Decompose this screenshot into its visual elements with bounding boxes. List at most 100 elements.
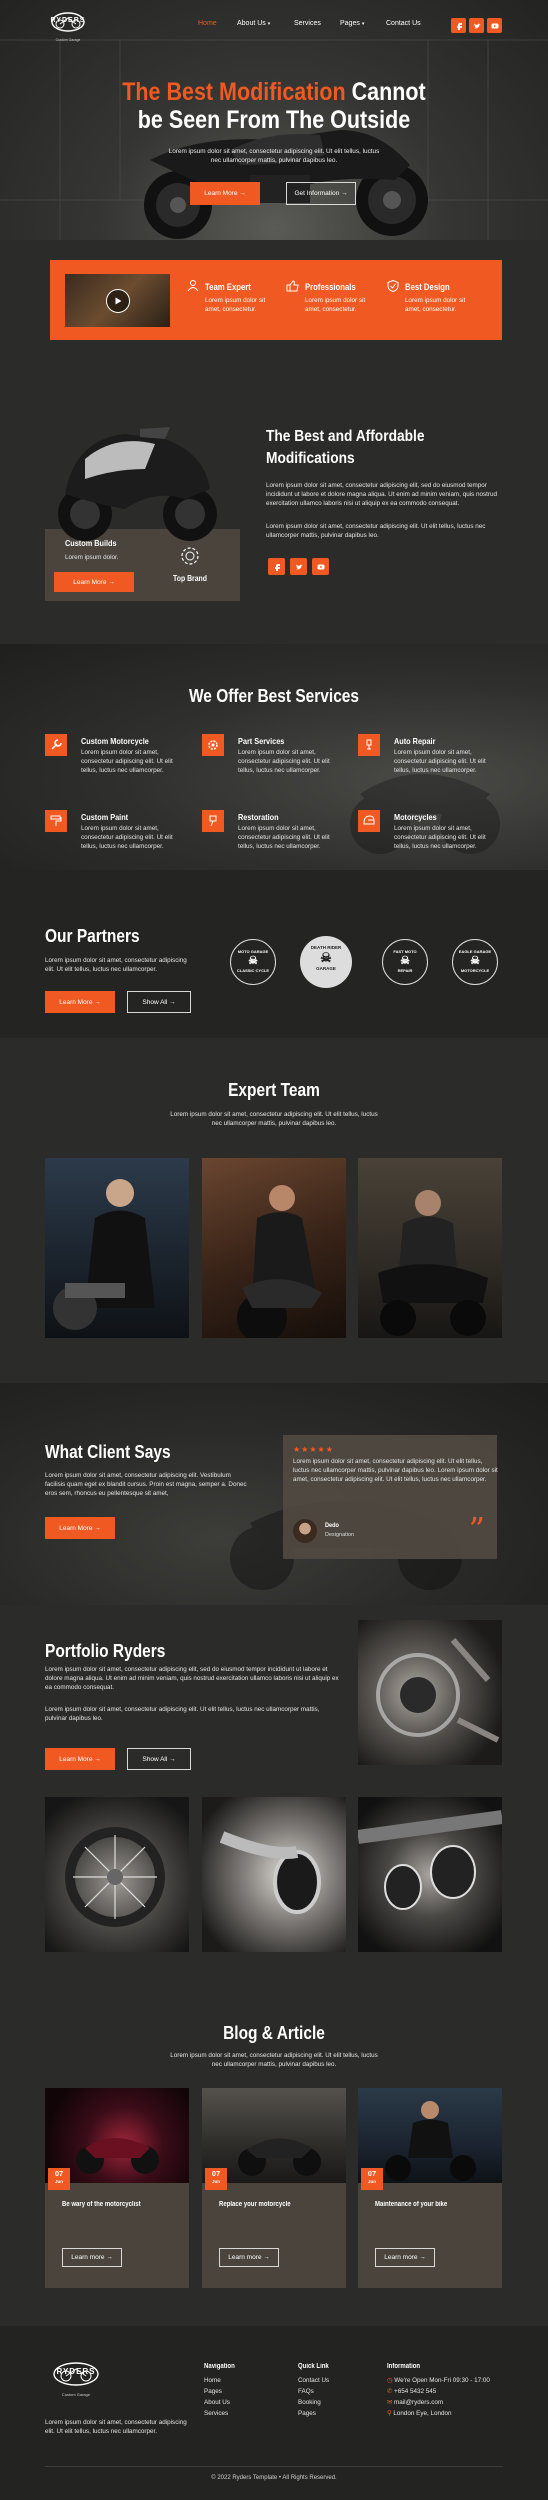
team-member-photo[interactable]	[202, 1158, 346, 1343]
footer-copyright: © 2022 Ryders Template • All Rights Rese…	[211, 2475, 337, 2481]
portfolio-image[interactable]	[202, 1797, 346, 1952]
footer-logo-tagline: Custom Garage	[61, 2392, 91, 2397]
arrow-right-icon: →	[94, 1524, 101, 1532]
hero-learn-label: Learn More	[204, 190, 238, 197]
footer-link-about[interactable]: About Us	[204, 2397, 240, 2408]
wrench-icon	[45, 734, 67, 756]
nav-about[interactable]: About Us ▾	[237, 20, 270, 27]
partner-logo-bottom: MOTORCYCLE	[460, 968, 490, 973]
blog-date-month: Jun	[367, 2179, 376, 2184]
service-text: Lorem ipsum dolor sit amet, consectetur a…	[394, 749, 486, 774]
nav-contact[interactable]: Contact Us	[386, 20, 421, 27]
rider-figure	[237, 1185, 322, 1343]
top-brand-label: Top Brand	[173, 574, 207, 583]
partner-logo[interactable]: DEATH RIDER ☠ GARAGE	[300, 936, 352, 988]
video-thumbnail[interactable]	[65, 274, 170, 327]
youtube-icon[interactable]	[312, 558, 329, 575]
blog-card[interactable]: 07 Jun Be wary of the motorcyclist Learn …	[45, 2088, 189, 2288]
logo-text: RYDERS	[50, 17, 86, 24]
facebook-icon[interactable]	[268, 558, 285, 575]
features-section: Team Expert Lorem ipsum dolor sit amet, c…	[0, 240, 548, 382]
footer: RYDERS Custom Garage Lorem ipsum dolor s…	[0, 2326, 548, 2500]
youtube-icon[interactable]	[487, 18, 502, 33]
about-title: The Best and Affordable Modifications	[266, 426, 450, 470]
partners-show-all-button[interactable]: Show All →	[127, 991, 191, 1013]
footer-link-faqs[interactable]: FAQs	[298, 2386, 334, 2397]
custom-builds-learn-button[interactable]: Learn More →	[54, 572, 134, 592]
footer-link-pages[interactable]: Pages	[204, 2386, 240, 2397]
portfolio-image[interactable]	[357, 1797, 503, 1952]
footer-logo[interactable]: RYDERS Custom Garage	[50, 2358, 102, 2397]
footer-link-pages[interactable]: Pages	[298, 2408, 334, 2419]
partner-logo-bottom: REPAIR	[397, 968, 413, 973]
client-role: Designation	[325, 1532, 355, 1538]
nav-pages[interactable]: Pages ▾	[340, 20, 364, 27]
mail-icon: ✉	[387, 2399, 393, 2406]
play-icon[interactable]	[106, 289, 130, 313]
phone-icon: ✆	[387, 2388, 393, 2395]
skull-icon: ☠	[248, 955, 258, 967]
arrow-right-icon: →	[169, 998, 176, 1006]
partner-logo[interactable]: MOTO GARAGE ☠ CLASSIC CYCLE	[230, 939, 276, 985]
footer-phone[interactable]: ✆ +654 5432 545	[387, 2386, 490, 2397]
portfolio-learn-label: Learn More	[59, 1755, 93, 1763]
sport-bike-illustration	[58, 427, 217, 541]
service-title: Auto Repair	[394, 736, 436, 746]
features-bar: Team Expert Lorem ipsum dolor sit amet, c…	[50, 260, 502, 340]
footer-link-contact[interactable]: Contact Us	[298, 2375, 334, 2386]
facebook-icon[interactable]	[451, 18, 466, 33]
custom-builds-text: Lorem ipsum dolor.	[65, 554, 119, 561]
footer-email[interactable]: ✉ mail@ryders.com	[387, 2397, 490, 2408]
paint-roller-icon	[45, 810, 67, 832]
blog-date-day: 07	[54, 2169, 64, 2178]
portfolio-paragraph-1: Lorem ipsum dolor sit amet, consectetur …	[45, 1666, 339, 1691]
service-title: Custom Motorcycle	[81, 736, 149, 746]
blog-card[interactable]: 07 Jun Replace your motorcycle Learn more…	[202, 2088, 346, 2288]
nav-home[interactable]: Home	[198, 20, 217, 27]
footer-link-home[interactable]: Home	[204, 2375, 240, 2386]
footer-link-booking[interactable]: Booking	[298, 2397, 334, 2408]
arrow-right-icon: →	[169, 1755, 176, 1763]
hero-title-part1: Cannot	[351, 78, 426, 106]
blog-learn-more-button[interactable]: Learn more →	[62, 2248, 122, 2267]
portfolio-image[interactable]	[358, 1620, 502, 1765]
hero-title-part2: be Seen From The Outside	[137, 106, 411, 134]
feature-text: Lorem ipsum dolor sit amet, consectetur.	[405, 297, 466, 313]
partner-logo[interactable]: FAST MOTO ☠ REPAIR	[382, 939, 428, 985]
blog-post-title: Be wary of the motorcyclist	[62, 2201, 141, 2208]
portfolio-learn-more-button[interactable]: Learn More →	[45, 1748, 115, 1770]
footer-link-services[interactable]: Services	[204, 2408, 240, 2419]
nav-services[interactable]: Services	[294, 20, 321, 27]
blog-learn-more-button[interactable]: Learn more →	[219, 2248, 279, 2267]
chevron-down-icon: ▾	[361, 21, 365, 27]
testimonial-learn-more-button[interactable]: Learn More →	[45, 1517, 115, 1539]
hero-learn-more-button[interactable]: Learn More →	[190, 182, 260, 205]
clock-icon: ◷	[387, 2377, 393, 2384]
feature-title: Team Expert	[205, 282, 251, 292]
thumbs-up-icon	[286, 280, 299, 292]
blog-learn-more-button[interactable]: Learn more →	[375, 2248, 435, 2267]
hero-title-highlight: The Best Modification	[122, 78, 346, 106]
team-member-photo[interactable]	[45, 1158, 189, 1338]
skull-icon: ☠	[400, 955, 410, 967]
testimonial-title: What Client Says	[45, 1442, 171, 1462]
portfolio-image[interactable]	[45, 1797, 189, 1952]
partner-logo[interactable]: EAGLE GARAGE ☠ MOTORCYCLE	[452, 939, 498, 985]
exhaust-detail-graphic	[219, 1831, 321, 1914]
twitter-icon[interactable]	[469, 18, 484, 33]
team-member-photo[interactable]	[358, 1158, 502, 1338]
blog-card[interactable]: 07 Jun Maintenance of your bike Learn mor…	[358, 2088, 502, 2288]
about-title-line2: Modifications	[266, 450, 355, 467]
partners-learn-more-button[interactable]: Learn More →	[45, 991, 115, 1013]
service-title: Motorcycles	[394, 812, 437, 822]
logo[interactable]: RYDERS Custom Garage	[48, 8, 88, 42]
footer-logo-text: RYDERS	[56, 2367, 96, 2376]
spark-plug-icon	[358, 734, 380, 756]
twitter-icon[interactable]	[290, 558, 307, 575]
portfolio-show-all-button[interactable]: Show All →	[127, 1748, 191, 1770]
arrow-right-icon: →	[239, 190, 246, 197]
footer-quick-links: Quick Link Contact Us FAQs Booking Pages	[298, 2363, 334, 2419]
custom-builds-learn-label: Learn More	[73, 578, 107, 586]
hero-info-button[interactable]: Get Information →	[286, 182, 356, 205]
about-paragraph-1: Lorem ipsum dolor sit amet, consectetur …	[266, 482, 498, 507]
